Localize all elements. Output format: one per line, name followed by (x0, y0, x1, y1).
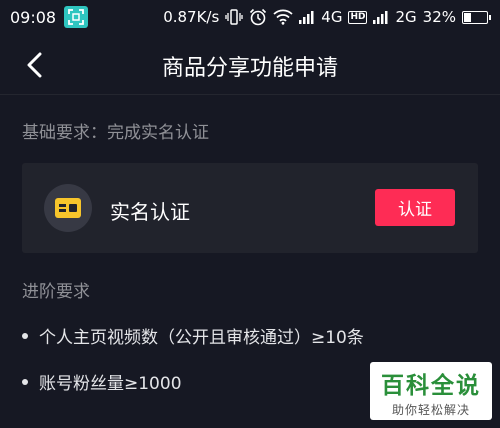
hd-badge: HD (348, 10, 368, 24)
header-divider (0, 94, 500, 95)
network-type-2: 2G (395, 8, 417, 26)
real-name-auth-card: 实名认证 认证 (22, 163, 478, 253)
advanced-requirement-label: 进阶要求 (22, 282, 90, 302)
signal-icon-2 (373, 10, 389, 24)
bullet-icon (22, 378, 28, 385)
scan-app-icon (64, 6, 89, 28)
requirement-item: 账号粉丝量≥1000 (22, 369, 182, 394)
id-card-icon (44, 184, 92, 232)
battery-icon (462, 10, 491, 24)
battery-fill (464, 12, 472, 22)
signal-icon-1 (299, 10, 315, 24)
verify-button[interactable]: 认证 (375, 189, 455, 226)
watermark-main-text: 百科全说 (381, 373, 481, 399)
network-type-1: 4G (321, 8, 343, 26)
vibrate-icon (225, 9, 243, 25)
status-left: 09:08 (10, 6, 89, 28)
watermark-sub-text: 助你轻松解决 (391, 403, 470, 417)
alarm-icon (249, 8, 267, 26)
baike-watermark-logo: 百科全说 助你轻松解决 (370, 362, 492, 420)
requirement-text: 个人主页视频数（公开且审核通过）≥10条 (39, 328, 364, 348)
auth-card-title: 实名认证 (110, 200, 190, 224)
basic-requirement-label: 基础要求：完成实名认证 (22, 123, 209, 143)
status-right: 0.87K/s 4G HD 2G 32% (163, 8, 491, 26)
status-bar: 09:08 0.87K/s 4G HD 2G 32% (0, 0, 500, 34)
page-title: 商品分享功能申请 (161, 56, 338, 81)
requirement-text: 账号粉丝量≥1000 (39, 374, 182, 394)
nav-bar: 商品分享功能申请 (0, 34, 500, 94)
battery-percent: 32% (422, 8, 456, 26)
network-speed: 0.87K/s (163, 8, 220, 26)
status-time: 09:08 (10, 7, 57, 27)
bullet-icon (22, 332, 28, 339)
requirement-item: 个人主页视频数（公开且审核通过）≥10条 (22, 323, 364, 348)
wifi-icon (273, 9, 293, 25)
